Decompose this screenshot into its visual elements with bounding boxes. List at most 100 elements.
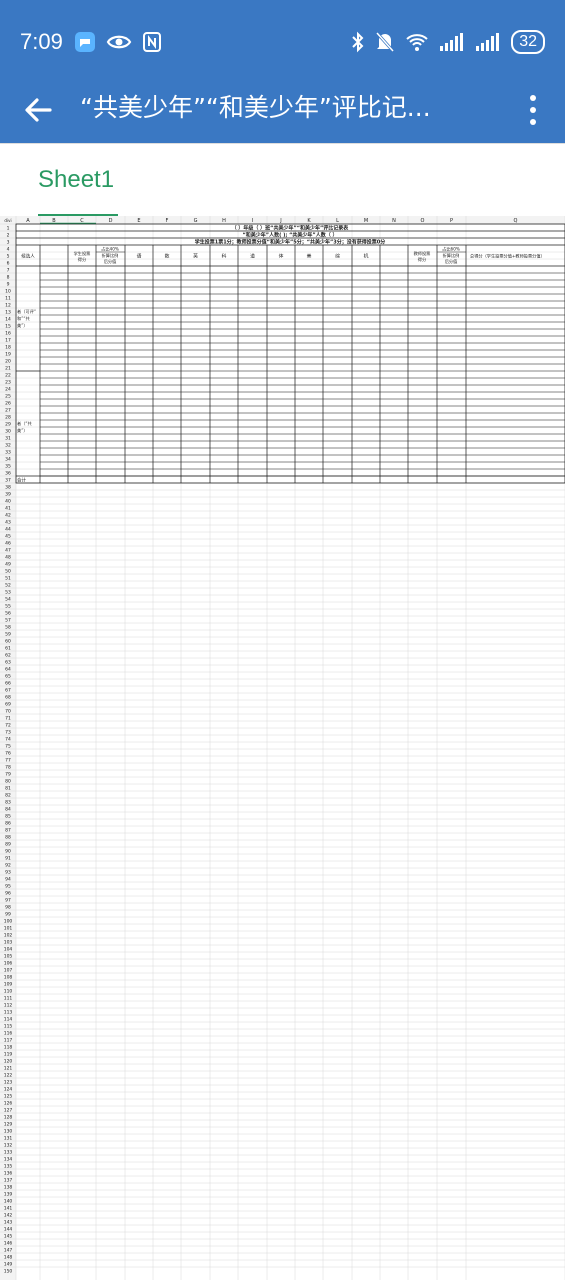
row-number: 136 [4, 1171, 13, 1177]
row-number: 67 [5, 688, 11, 694]
row-number: 29 [5, 422, 11, 428]
row-number: 41 [5, 506, 11, 512]
row-number: 80 [5, 779, 11, 785]
row-number: 88 [5, 835, 11, 841]
column-letter: A [26, 218, 30, 224]
row-number: 97 [5, 898, 11, 904]
row-number: 61 [5, 646, 11, 652]
header-student-score: 学生投票 [74, 250, 91, 257]
row-number: 86 [5, 821, 11, 827]
row-number: 66 [5, 681, 11, 687]
row-number: 108 [4, 975, 13, 981]
arrow-back-icon[interactable] [18, 90, 58, 130]
column-letter: I [252, 218, 253, 224]
header-total: 总得分（学生投票分值+教师投票分值） [470, 253, 545, 260]
status-right-icons: 32 [351, 30, 545, 54]
column-letter: Q [514, 218, 518, 224]
row-number: 113 [4, 1010, 13, 1016]
row-number: 14 [5, 317, 11, 323]
row-number: 64 [5, 667, 11, 673]
row-number: 98 [5, 905, 11, 911]
row-number: 93 [5, 870, 11, 876]
header-student-score-2: 得分 [78, 256, 87, 263]
sheet-tab-bar: Sheet1 [0, 143, 565, 217]
row-number: 137 [4, 1178, 13, 1184]
row-number: 21 [5, 366, 11, 372]
row-number: 109 [4, 982, 13, 988]
row-number: 60 [5, 639, 11, 645]
row-number: 135 [4, 1164, 13, 1170]
row-number: 42 [5, 513, 11, 519]
row-number: 115 [4, 1024, 13, 1030]
header-ratio-40-sub-2: 后分值 [104, 258, 117, 265]
chat-bubble-icon [75, 32, 95, 52]
row-number: 117 [4, 1038, 13, 1044]
row-number: 78 [5, 765, 11, 771]
row-number: 110 [4, 989, 13, 995]
row-number: 142 [4, 1213, 13, 1219]
row-number: 50 [5, 569, 11, 575]
row-number: 79 [5, 772, 11, 778]
row-number: 133 [4, 1150, 13, 1156]
group1-label: 者（可评“ [17, 308, 36, 315]
header-teacher-score: 教师投票 [414, 250, 431, 257]
header-subject: 科 [222, 253, 227, 260]
row-number: 63 [5, 660, 11, 666]
header-subject: 美 [307, 253, 312, 260]
row-number: 100 [4, 919, 13, 925]
row-number: 128 [4, 1115, 13, 1121]
row-number: 74 [5, 737, 11, 743]
more-vert-icon[interactable] [526, 90, 540, 130]
row-number: 148 [4, 1255, 13, 1261]
wifi-icon [406, 34, 428, 51]
sheet-tab-sheet1[interactable]: Sheet1 [38, 166, 114, 194]
row-number: 26 [5, 401, 11, 407]
row-number: 102 [4, 933, 13, 939]
row-number: 38 [5, 485, 11, 491]
row-number: 145 [4, 1234, 13, 1240]
row-number: 72 [5, 723, 11, 729]
column-letter: H [222, 218, 226, 224]
column-letter: M [364, 218, 368, 224]
row-number: 34 [5, 457, 11, 463]
row-number: 125 [4, 1094, 13, 1100]
row-number: 143 [4, 1220, 13, 1226]
status-left-icons [74, 30, 162, 54]
row-number: 33 [5, 450, 11, 456]
signal-icon [476, 33, 500, 51]
row-number: 90 [5, 849, 11, 855]
row-number: 134 [4, 1157, 13, 1163]
row-number: 25 [5, 394, 11, 400]
row-number: 3 [7, 240, 10, 246]
row-number: 121 [4, 1066, 13, 1072]
row-number: 19 [5, 352, 11, 358]
header-subject: 机 [364, 253, 369, 260]
row-number: 31 [5, 436, 11, 442]
row-number: 36 [5, 471, 11, 477]
row-number: 150 [4, 1269, 13, 1275]
row-number: 16 [5, 331, 11, 337]
row-number: 114 [4, 1017, 13, 1023]
row-number: 85 [5, 814, 11, 820]
row-number: 122 [4, 1073, 13, 1079]
row-number: 71 [5, 716, 11, 722]
header-subject: 英 [193, 253, 198, 260]
group1-label-3: 美”） [17, 322, 28, 329]
header-ratio-40-sub: 折算比例 [102, 252, 119, 259]
group2-label: 者（“共 [17, 420, 32, 427]
row-number: 6 [7, 261, 10, 267]
app-bar: 7:09 32 “共美少年”“和美少年”评比记... [0, 0, 565, 143]
row-number: 32 [5, 443, 11, 449]
row-number: 149 [4, 1262, 13, 1268]
row-number: 116 [4, 1031, 13, 1037]
row-number: 46 [5, 541, 11, 547]
row-number: 68 [5, 695, 11, 701]
spreadsheet-grid[interactable]: divi A B C D E F G H I J K L M N O P Q 1 2 3 4 5 6 7 8 9 10 11 12 13 14… [0, 216, 565, 1280]
row-number: 131 [4, 1136, 13, 1142]
scoring-rule: 学生投票1票1分；教师投票分值“和美少年”5分；“共美少年”3分；没有获得投票0… [195, 239, 386, 246]
header-candidate: 候选人 [21, 253, 35, 260]
row-number: 69 [5, 702, 11, 708]
row-number: 39 [5, 492, 11, 498]
row-number: 35 [5, 464, 11, 470]
row-number: 40 [5, 499, 11, 505]
